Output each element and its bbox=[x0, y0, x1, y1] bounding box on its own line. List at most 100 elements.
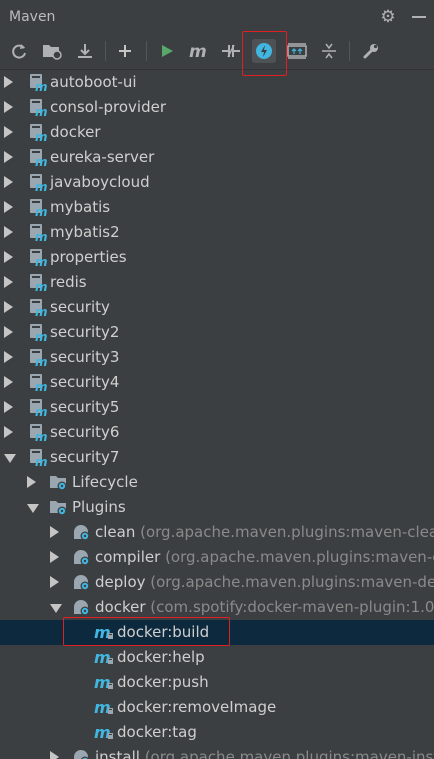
collapsed-arrow-icon[interactable] bbox=[50, 751, 59, 759]
svg-text:m: m bbox=[35, 380, 48, 392]
collapsed-arrow-icon[interactable] bbox=[4, 401, 13, 413]
collapsed-arrow-icon[interactable] bbox=[4, 301, 13, 313]
svg-text:m: m bbox=[35, 355, 48, 367]
node-label: consol-provider bbox=[50, 97, 166, 117]
maven-module-icon: m bbox=[29, 148, 48, 169]
toolbar-separator bbox=[349, 41, 350, 61]
collapse-all-icon[interactable] bbox=[317, 39, 341, 63]
execute-goal-icon[interactable]: m bbox=[187, 39, 211, 63]
show-dependencies-icon[interactable] bbox=[285, 39, 309, 63]
skip-tests-icon[interactable] bbox=[252, 39, 276, 63]
project-node[interactable]: m mybatis2 bbox=[0, 220, 434, 245]
collapsed-arrow-icon[interactable] bbox=[4, 126, 13, 138]
project-node[interactable]: m consol-provider bbox=[0, 95, 434, 120]
expanded-arrow-icon[interactable] bbox=[27, 504, 39, 513]
collapsed-arrow-icon[interactable] bbox=[4, 226, 13, 238]
collapsed-arrow-icon[interactable] bbox=[50, 551, 59, 563]
goal-node[interactable]: m docker:help bbox=[0, 645, 434, 670]
folder-gear-icon bbox=[49, 498, 68, 517]
maven-projects-tree: m autoboot-ui m consol-provider m docker m eure… bbox=[0, 70, 434, 759]
plugin-node[interactable]: install (org.apache.maven.plugins:maven-… bbox=[0, 745, 434, 759]
maven-module-icon: m bbox=[29, 323, 48, 344]
plugin-node[interactable]: clean (org.apache.maven.plugins:maven-cl… bbox=[0, 520, 434, 545]
svg-text:m: m bbox=[35, 305, 48, 317]
project-node[interactable]: m mybatis bbox=[0, 195, 434, 220]
project-node[interactable]: m eureka-server bbox=[0, 145, 434, 170]
minimize-icon[interactable] bbox=[412, 16, 426, 18]
node-name: docker:tag bbox=[117, 723, 197, 741]
project-node[interactable]: m security5 bbox=[0, 395, 434, 420]
project-node[interactable]: m docker bbox=[0, 120, 434, 145]
collapsed-arrow-icon[interactable] bbox=[4, 351, 13, 363]
project-node[interactable]: m redis bbox=[0, 270, 434, 295]
node-label: deploy (org.apache.maven.plugins:maven-d… bbox=[95, 572, 434, 592]
collapsed-arrow-icon[interactable] bbox=[50, 526, 59, 538]
node-label: docker:help bbox=[117, 647, 205, 667]
project-node[interactable]: m javaboycloud bbox=[0, 170, 434, 195]
lifecycle-node[interactable]: Lifecycle bbox=[0, 470, 434, 495]
svg-text:m: m bbox=[35, 430, 48, 442]
collapsed-arrow-icon[interactable] bbox=[4, 101, 13, 113]
project-node[interactable]: m security2 bbox=[0, 320, 434, 345]
goal-node-selected[interactable]: m docker:build bbox=[0, 620, 434, 645]
node-name: docker:removeImage bbox=[117, 698, 277, 716]
project-node[interactable]: m security4 bbox=[0, 370, 434, 395]
generate-sources-icon[interactable] bbox=[40, 39, 64, 63]
plugins-node[interactable]: Plugins bbox=[0, 495, 434, 520]
maven-module-icon: m bbox=[29, 198, 48, 219]
collapsed-arrow-icon[interactable] bbox=[4, 151, 13, 163]
maven-module-icon: m bbox=[29, 298, 48, 319]
node-label: security4 bbox=[50, 372, 119, 392]
collapsed-arrow-icon[interactable] bbox=[4, 76, 13, 88]
svg-text:m: m bbox=[35, 180, 48, 192]
goal-node[interactable]: m docker:push bbox=[0, 670, 434, 695]
settings-wrench-icon[interactable] bbox=[359, 39, 383, 63]
reload-icon[interactable] bbox=[7, 39, 31, 63]
collapsed-arrow-icon[interactable] bbox=[4, 176, 13, 188]
plugin-artifact: (org.apache.maven.plugins:maven-install bbox=[144, 748, 434, 759]
run-icon[interactable] bbox=[155, 39, 179, 63]
maven-plugin-icon bbox=[72, 748, 91, 759]
goal-node[interactable]: m docker:removeImage bbox=[0, 695, 434, 720]
node-label: properties bbox=[50, 247, 127, 267]
goal-node[interactable]: m docker:tag bbox=[0, 720, 434, 745]
node-label: security2 bbox=[50, 322, 119, 342]
project-node[interactable]: m security bbox=[0, 295, 434, 320]
collapsed-arrow-icon[interactable] bbox=[50, 576, 59, 588]
project-node[interactable]: m autoboot-ui bbox=[0, 70, 434, 95]
svg-text:m: m bbox=[35, 130, 48, 142]
svg-text:m: m bbox=[35, 455, 48, 467]
gear-icon[interactable]: ⚙ bbox=[378, 7, 398, 27]
plugin-artifact: (com.spotify:docker-maven-plugin:1.0.0 bbox=[150, 598, 434, 616]
plugin-node[interactable]: docker (com.spotify:docker-maven-plugin:… bbox=[0, 595, 434, 620]
node-name: consol-provider bbox=[50, 98, 167, 116]
expanded-arrow-icon[interactable] bbox=[4, 454, 16, 463]
node-name: docker bbox=[50, 123, 101, 141]
toggle-offline-icon[interactable] bbox=[219, 39, 243, 63]
maven-module-icon: m bbox=[29, 98, 48, 119]
node-name: docker:build bbox=[117, 623, 210, 641]
collapsed-arrow-icon[interactable] bbox=[4, 376, 13, 388]
collapsed-arrow-icon[interactable] bbox=[4, 251, 13, 263]
project-node[interactable]: m security7 bbox=[0, 445, 434, 470]
project-node[interactable]: m security6 bbox=[0, 420, 434, 445]
collapsed-arrow-icon[interactable] bbox=[27, 476, 36, 488]
node-label: eureka-server bbox=[50, 147, 154, 167]
collapsed-arrow-icon[interactable] bbox=[4, 426, 13, 438]
node-name: autoboot-ui bbox=[50, 73, 137, 91]
project-node[interactable]: m security3 bbox=[0, 345, 434, 370]
maven-module-icon: m bbox=[29, 373, 48, 394]
project-node[interactable]: m properties bbox=[0, 245, 434, 270]
collapsed-arrow-icon[interactable] bbox=[4, 201, 13, 213]
node-label: clean (org.apache.maven.plugins:maven-cl… bbox=[95, 522, 434, 542]
collapsed-arrow-icon[interactable] bbox=[4, 326, 13, 338]
svg-text:m: m bbox=[35, 405, 48, 417]
node-label: redis bbox=[50, 272, 87, 292]
node-label: Lifecycle bbox=[72, 472, 138, 492]
plugin-node[interactable]: compiler (org.apache.maven.plugins:maven… bbox=[0, 545, 434, 570]
download-icon[interactable] bbox=[73, 39, 97, 63]
add-icon[interactable] bbox=[113, 39, 137, 63]
expanded-arrow-icon[interactable] bbox=[50, 604, 62, 613]
plugin-node[interactable]: deploy (org.apache.maven.plugins:maven-d… bbox=[0, 570, 434, 595]
collapsed-arrow-icon[interactable] bbox=[4, 276, 13, 288]
